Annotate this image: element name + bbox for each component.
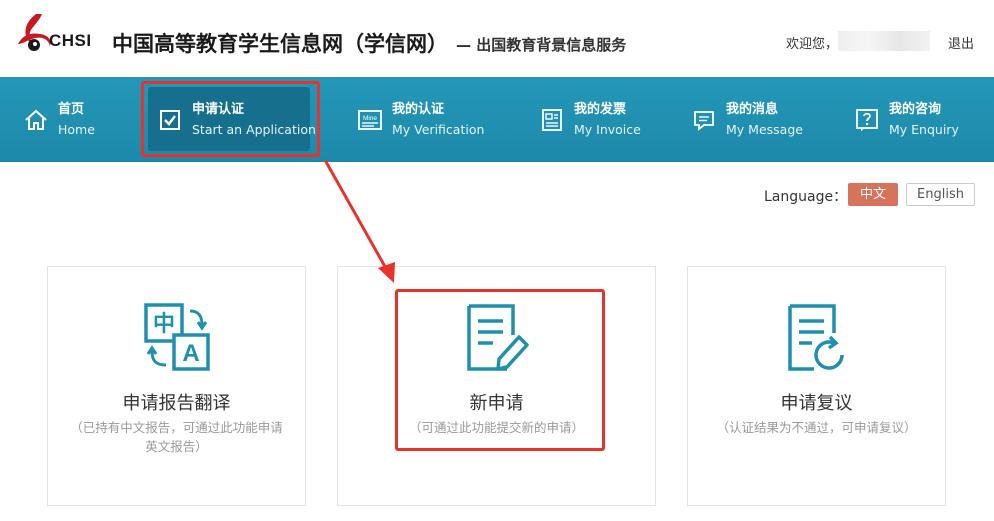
nav-invoice-label-cn: 我的发票 [574,101,627,117]
nav-item-home[interactable]: 首页 Home [24,77,95,162]
username-redacted [838,31,930,51]
language-zh-button[interactable]: 中文 [848,183,898,206]
highlight-box-nav [141,81,320,157]
nav-item-my-enquiry[interactable]: 我的咨询 My Enquiry [855,77,959,162]
nav-verification-label-cn: 我的认证 [392,101,445,117]
home-icon [24,108,48,132]
card-report-translation[interactable]: 中 A 申请报告翻译 （已持有中文报告，可通过此功能申请 英文报告） [47,266,306,506]
site-subtitle: — 出国教育背景信息服务 [456,36,627,54]
nav-item-my-message[interactable]: 我的消息 My Message [692,77,803,162]
nav-invoice-label-en: My Invoice [574,121,641,137]
card-reconsideration[interactable]: 申请复议 （认证结果为不通过，可申请复议） [687,266,946,506]
nav-message-label-cn: 我的消息 [726,101,779,117]
card-title: 申请报告翻译 [122,393,231,414]
svg-text:Mine: Mine [363,115,377,122]
nav-item-my-verification[interactable]: Mine 我的认证 My Verification [358,77,484,162]
highlight-box-card [395,289,605,451]
mine-icon: Mine [358,108,382,132]
document-refresh-icon [788,304,844,371]
nav-enquiry-label-cn: 我的咨询 [889,101,942,117]
language-en-button[interactable]: English [906,183,975,206]
invoice-icon [540,108,564,132]
translate-icon: 中 A [144,303,210,371]
nav-message-label-en: My Message [726,121,803,137]
svg-text:中: 中 [153,312,175,337]
logo-text: CHSI [49,31,92,50]
message-icon [692,108,716,132]
language-label: Language： [764,189,848,205]
logout-link[interactable]: 退出 [948,33,974,52]
header: CHSI 中国高等教育学生信息网（学信网） — 出国教育背景信息服务 欢迎您， … [0,0,994,77]
card-description: （已持有中文报告，可通过此功能申请 英文报告） [70,420,283,454]
nav-home-label-en: Home [58,121,95,137]
nav-home-label-cn: 首页 [58,101,85,117]
site-title[interactable]: 中国高等教育学生信息网（学信网） [112,28,448,58]
nav-item-my-invoice[interactable]: 我的发票 My Invoice [540,77,641,162]
card-title: 申请复议 [780,393,853,414]
nav-enquiry-label-en: My Enquiry [889,121,959,137]
card-description: （认证结果为不通过，可申请复议） [716,420,917,435]
nav-verification-label-en: My Verification [392,121,485,137]
svg-text:A: A [182,340,199,367]
welcome-text: 欢迎您， [786,37,839,52]
enquiry-icon [855,108,879,132]
